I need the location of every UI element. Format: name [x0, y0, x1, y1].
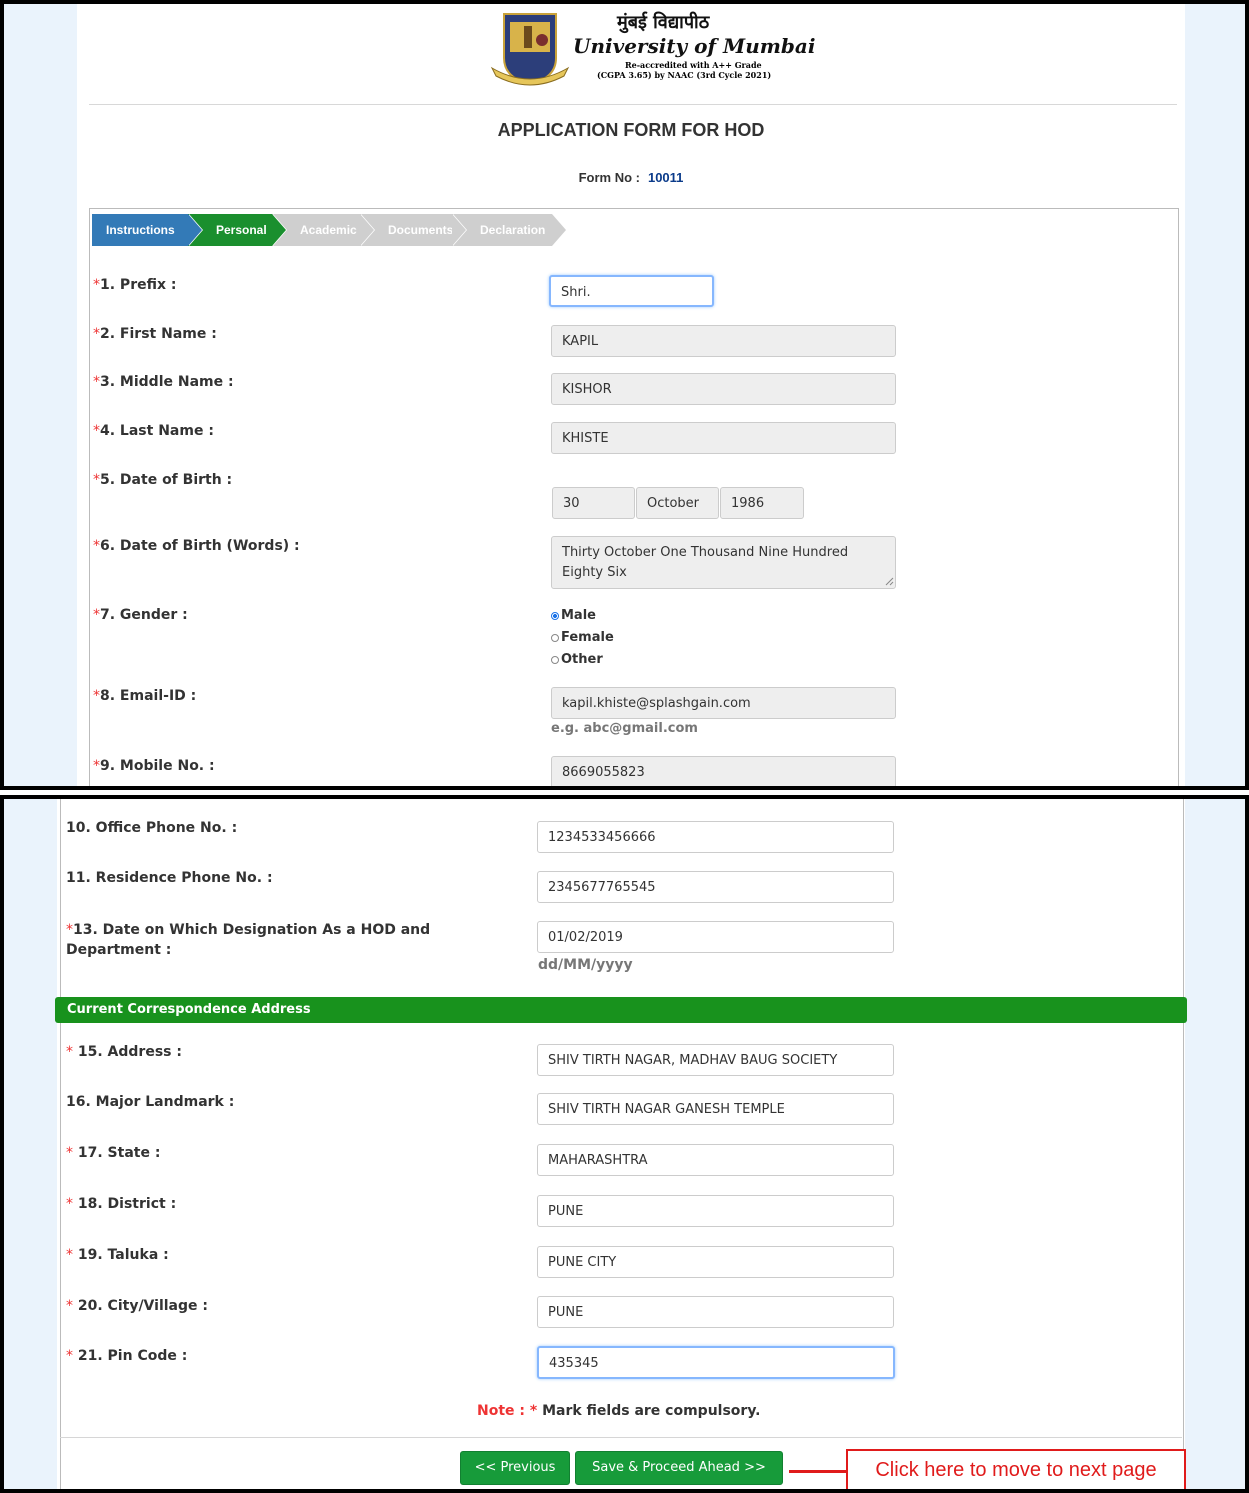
radio-selected-icon[interactable] — [551, 611, 559, 620]
first-name-input[interactable]: KAPIL — [551, 325, 896, 357]
university-name-english: University of Mumbai — [573, 34, 816, 58]
mobile-input[interactable]: 8669055823 — [551, 756, 896, 786]
dob-day-select[interactable]: 30 — [552, 487, 635, 519]
residence-phone-input[interactable]: 2345677765545 — [537, 871, 894, 903]
accreditation-line-1: Re-accredited with A++ Grade — [625, 60, 762, 70]
header-divider — [89, 104, 1177, 105]
dob-words-label: *6. Date of Birth (Words) : — [93, 538, 300, 554]
radio-icon[interactable] — [551, 655, 559, 664]
footer-divider — [60, 1437, 1182, 1438]
dob-words-textarea[interactable]: Thirty October One Thousand Nine Hundred… — [551, 536, 896, 589]
previous-button[interactable]: << Previous — [460, 1451, 570, 1485]
dob-label: *5. Date of Birth : — [93, 472, 233, 488]
step-declaration[interactable]: Declaration — [452, 214, 567, 246]
pincode-input[interactable]: 435345 — [537, 1346, 895, 1379]
university-name-hindi: मुंबई विद्यापीठ — [617, 12, 710, 33]
email-input[interactable]: kapil.khiste@splashgain.com — [551, 687, 896, 719]
form-number-value: 10011 — [647, 170, 684, 185]
first-name-label: *2. First Name : — [93, 326, 217, 342]
last-name-input[interactable]: KHISTE — [551, 422, 896, 454]
state-label: * 17. State : — [66, 1145, 161, 1161]
pincode-label: * 21. Pin Code : — [66, 1348, 188, 1364]
university-crest-icon — [490, 13, 570, 86]
office-phone-label: 10. Office Phone No. : — [66, 820, 238, 836]
form-number-label: Form No : — [578, 170, 640, 185]
middle-name-input[interactable]: KISHOR — [551, 373, 896, 405]
gender-option-other[interactable]: Other — [551, 652, 603, 667]
radio-icon[interactable] — [551, 633, 559, 642]
prefix-input[interactable]: Shri. — [549, 275, 714, 307]
email-hint: e.g. abc@gmail.com — [551, 721, 698, 736]
callout-arrow-line — [789, 1470, 846, 1473]
date-format-hint: dd/MM/yyyy — [538, 957, 633, 973]
dob-month-select[interactable]: October — [636, 487, 719, 519]
form-page-top: मुंबई विद्यापीठ University of Mumbai Re-… — [77, 4, 1185, 786]
address-section-header: Current Correspondence Address — [55, 997, 1187, 1023]
last-name-label: *4. Last Name : — [93, 423, 214, 439]
district-select[interactable]: PUNE — [537, 1195, 894, 1227]
textarea-resize-icon[interactable] — [885, 577, 894, 586]
screenshot-bottom-frame: 10. Office Phone No. : 1234533456666 11.… — [0, 795, 1249, 1493]
address-label: * 15. Address : — [66, 1044, 182, 1060]
gender-option-male[interactable]: Male — [551, 608, 596, 623]
email-label: *8. Email-ID : — [93, 688, 197, 704]
step-instructions[interactable]: Instructions — [92, 214, 203, 246]
page-title: APPLICATION FORM FOR HOD — [497, 120, 765, 140]
accreditation-line-2: (CGPA 3.65) by NAAC (3rd Cycle 2021) — [597, 70, 772, 80]
wizard-steps: Instructions Personal Academic Documents… — [92, 214, 567, 246]
office-phone-input[interactable]: 1234533456666 — [537, 821, 894, 853]
mobile-label: *9. Mobile No. : — [93, 758, 215, 774]
landmark-input[interactable]: SHIV TIRTH NAGAR GANESH TEMPLE — [537, 1093, 894, 1125]
gender-option-female[interactable]: Female — [551, 630, 614, 645]
city-label: * 20. City/Village : — [66, 1298, 208, 1314]
form-page-bottom: 10. Office Phone No. : 1234533456666 11.… — [55, 799, 1187, 1489]
taluka-label: * 19. Taluka : — [66, 1247, 169, 1263]
compulsory-note: Note : * Mark fields are compulsory. — [477, 1403, 761, 1419]
screenshot-top-frame: मुंबई विद्यापीठ University of Mumbai Re-… — [0, 0, 1249, 790]
city-input[interactable]: PUNE — [537, 1296, 894, 1328]
prefix-label: *1. Prefix : — [93, 277, 177, 293]
state-select[interactable]: MAHARASHTRA — [537, 1144, 894, 1176]
taluka-select[interactable]: PUNE CITY — [537, 1246, 894, 1278]
district-label: * 18. District : — [66, 1196, 177, 1212]
middle-name-label: *3. Middle Name : — [93, 374, 234, 390]
dob-year-select[interactable]: 1986 — [720, 487, 804, 519]
designation-date-label: *13. Date on Which Designation As a HOD … — [66, 922, 431, 958]
designation-date-input[interactable]: 01/02/2019 — [537, 921, 894, 953]
landmark-label: 16. Major Landmark : — [66, 1094, 235, 1110]
save-proceed-button[interactable]: Save & Proceed Ahead >> — [575, 1451, 783, 1485]
form-number: Form No : 10011 — [77, 170, 1185, 185]
address-input[interactable]: SHIV TIRTH NAGAR, MADHAV BAUG SOCIETY — [537, 1044, 894, 1076]
callout-annotation: Click here to move to next page — [846, 1449, 1186, 1489]
residence-phone-label: 11. Residence Phone No. : — [66, 870, 273, 886]
gender-label: *7. Gender : — [93, 607, 188, 623]
